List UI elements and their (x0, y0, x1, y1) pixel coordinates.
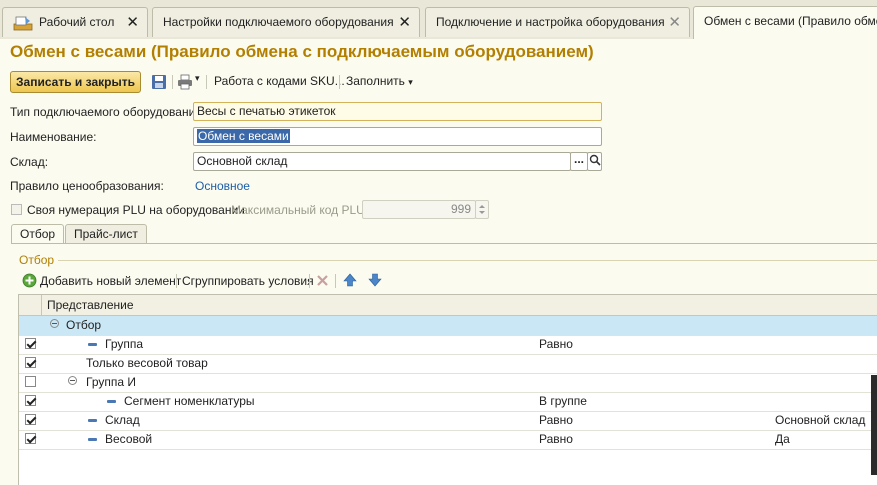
plu-checkbox[interactable] (11, 204, 22, 215)
max-plu-label: Максимальный код PLU: (231, 203, 369, 217)
row-value: Основной склад (775, 413, 866, 427)
row-checkbox[interactable] (25, 395, 36, 406)
tab-scales-exchange[interactable]: Обмен с весами (Правило обмена (693, 6, 877, 39)
column-header-presentation[interactable]: Представление (47, 298, 134, 312)
filter-grid: Представление Отбор Группа Равно Только … (18, 294, 877, 485)
search-button[interactable] (587, 152, 602, 171)
separator (206, 75, 207, 89)
tab-bar: Рабочий стол ✕ Настройки подключаемого о… (0, 0, 877, 39)
desktop-icon (13, 16, 33, 31)
plu-checkbox-label: Своя нумерация PLU на оборудовании (27, 203, 245, 217)
row-name: Группа И (86, 375, 136, 389)
tab-label: Рабочий стол (39, 15, 115, 29)
save-icon[interactable] (151, 74, 167, 90)
chevron-down-icon: ▾ (408, 77, 413, 87)
fill-label: Заполнить (346, 74, 405, 88)
search-icon (589, 154, 601, 166)
stepper-arrows-icon (479, 205, 485, 214)
separator (172, 75, 173, 89)
tab-equipment-settings[interactable]: Настройки подключаемого оборудования ✕ (152, 7, 420, 37)
pricing-label: Правило ценообразования: (10, 179, 164, 193)
warehouse-field[interactable]: Основной склад (193, 152, 571, 171)
tab-label: Обмен с весами (Правило обмена (704, 14, 877, 28)
row-name: Отбор (66, 318, 102, 332)
field-icon (88, 419, 97, 422)
tab-divider (11, 243, 877, 244)
row-checkbox[interactable] (25, 433, 36, 444)
equipment-type-field[interactable]: Весы с печатью этикеток (193, 102, 602, 121)
equipment-type-label: Тип подключаемого оборудования: (10, 105, 206, 119)
select-button[interactable]: ... (570, 152, 588, 171)
max-plu-field[interactable]: 999 (362, 200, 476, 219)
row-name: Сегмент номенклатуры (124, 394, 255, 408)
row-name: Группа (105, 337, 144, 351)
table-row[interactable]: Группа Равно (19, 335, 877, 355)
separator (339, 75, 340, 89)
save-close-button[interactable]: Записать и закрыть (10, 71, 141, 93)
plu-stepper[interactable] (475, 200, 489, 219)
field-icon (88, 343, 97, 346)
scrollbar[interactable] (871, 375, 877, 475)
filter-section-label: Отбор (19, 253, 55, 267)
collapse-icon[interactable] (68, 376, 77, 385)
collapse-icon[interactable] (50, 319, 59, 328)
add-icon[interactable] (22, 273, 37, 288)
table-row[interactable]: Только весовой товар (19, 354, 877, 374)
pricing-link[interactable]: Основное (195, 179, 250, 193)
section-line (58, 260, 877, 261)
tab-label: Подключение и настройка оборудования (436, 15, 665, 29)
table-row[interactable]: Склад Равно Основной склад (19, 411, 877, 431)
row-name: Только весовой товар (86, 356, 208, 370)
add-element-button[interactable]: Добавить новый элемент (40, 274, 181, 288)
row-checkbox[interactable] (25, 357, 36, 368)
name-label: Наименование: (10, 130, 97, 144)
table-row[interactable]: Сегмент номенклатуры В группе (19, 392, 877, 412)
group-conditions-button[interactable]: Сгруппировать условия (182, 274, 314, 288)
row-checkbox[interactable] (25, 414, 36, 425)
tab-desktop[interactable]: Рабочий стол ✕ (2, 7, 148, 37)
row-operator: Равно (539, 413, 573, 427)
row-name: Весовой (105, 432, 153, 446)
separator (309, 274, 310, 288)
field-icon (88, 438, 97, 441)
delete-icon[interactable] (316, 274, 329, 287)
separator (176, 274, 177, 288)
row-operator: Равно (539, 432, 573, 446)
name-value: Обмен с весами (197, 129, 290, 143)
table-row[interactable]: Весовой Равно Да (19, 430, 877, 450)
name-field[interactable]: Обмен с весами (193, 127, 602, 146)
tab-connect-equipment[interactable]: Подключение и настройка оборудования ✕ (425, 7, 690, 37)
page-title: Обмен с весами (Правило обмена с подключ… (10, 42, 594, 61)
separator (335, 274, 336, 288)
row-value: Да (775, 432, 790, 446)
row-operator: В группе (539, 394, 587, 408)
tab-price-list[interactable]: Прайс-лист (65, 224, 147, 243)
print-icon[interactable] (177, 74, 193, 90)
row-checkbox[interactable] (25, 376, 36, 387)
row-name: Склад (105, 413, 140, 427)
sku-button[interactable]: Работа с кодами SKU... (214, 74, 345, 88)
arrow-down-icon[interactable] (368, 273, 382, 287)
grid-header: Представление (19, 295, 877, 316)
row-operator: Равно (539, 337, 573, 351)
close-icon[interactable]: ✕ (126, 8, 139, 37)
tab-label: Настройки подключаемого оборудования (163, 15, 394, 29)
warehouse-label: Склад: (10, 155, 49, 169)
row-checkbox[interactable] (25, 338, 36, 349)
chevron-down-icon[interactable]: ▾ (195, 73, 200, 84)
close-icon[interactable]: ✕ (668, 8, 681, 37)
field-icon (107, 400, 116, 403)
close-icon[interactable]: ✕ (398, 8, 411, 37)
fill-button[interactable]: Заполнить ▾ (346, 74, 413, 88)
arrow-up-icon[interactable] (343, 273, 357, 287)
column-divider (41, 295, 42, 315)
tab-filter[interactable]: Отбор (11, 224, 65, 244)
table-row[interactable]: Группа И (19, 373, 877, 393)
table-row[interactable]: Отбор (19, 316, 877, 336)
